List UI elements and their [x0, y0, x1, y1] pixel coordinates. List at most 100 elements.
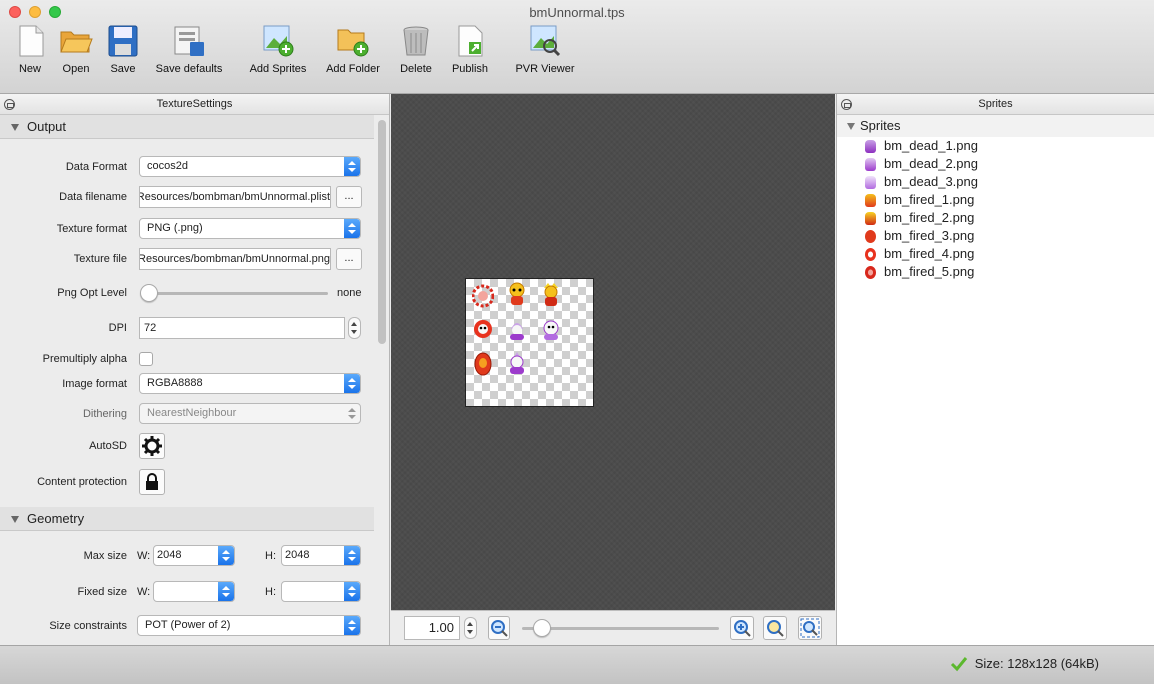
- zoom-fit-button[interactable]: [798, 616, 822, 640]
- dropdown-arrow-icon: [344, 546, 360, 565]
- list-item[interactable]: bm_fired_5.png: [837, 263, 1154, 281]
- save-button[interactable]: Save: [106, 24, 140, 75]
- zoom-stepper[interactable]: [464, 617, 477, 639]
- sprite-dead-2[interactable]: [540, 317, 562, 343]
- fixed-height-select[interactable]: [281, 581, 361, 602]
- texture-file-row: Texture file …/Resources/bombman/bmUnnor…: [0, 248, 374, 272]
- output-section-header[interactable]: Output: [0, 115, 374, 139]
- list-item[interactable]: bm_fired_2.png: [837, 209, 1154, 227]
- zoom-in-icon: [734, 620, 751, 637]
- add-image-icon: [261, 24, 295, 58]
- content-protection-row: Content protection: [0, 469, 374, 495]
- autosd-row: AutoSD: [0, 433, 374, 459]
- max-height-select[interactable]: 2048: [281, 545, 361, 566]
- sprite-thumbnail-icon: [865, 158, 876, 171]
- list-item[interactable]: bm_dead_1.png: [837, 137, 1154, 155]
- zoom-toolbar: 1.00: [391, 610, 835, 645]
- list-item[interactable]: bm_fired_1.png: [837, 191, 1154, 209]
- collapse-triangle-icon: [11, 516, 19, 523]
- zoom-actual-size-button[interactable]: [763, 616, 787, 640]
- data-format-select[interactable]: cocos2d: [139, 156, 361, 177]
- sprite-sheet-preview[interactable]: [465, 278, 594, 407]
- png-opt-slider-track[interactable]: [145, 292, 328, 295]
- sprite-thumbnail-icon: [865, 266, 876, 279]
- zoom-slider-knob[interactable]: [532, 619, 551, 637]
- sprite-thumbnail-icon: [865, 194, 876, 207]
- size-constraints-select[interactable]: POT (Power of 2): [137, 615, 361, 636]
- sprite-fired-2[interactable]: [540, 282, 562, 308]
- texture-settings-header: TextureSettings: [0, 94, 389, 115]
- lock-icon: [146, 473, 158, 490]
- png-opt-value: none: [337, 287, 362, 299]
- pvr-viewer-button[interactable]: PVR Viewer: [512, 24, 578, 75]
- texture-settings-panel: TextureSettings Output Data Format cocos…: [0, 94, 390, 645]
- browse-data-file-button[interactable]: ...: [336, 186, 362, 208]
- dropdown-arrow-icon: [344, 582, 360, 601]
- sprite-fired-5[interactable]: [471, 283, 495, 309]
- zoom-out-button[interactable]: [488, 616, 510, 640]
- sprite-fired-3[interactable]: [472, 351, 494, 377]
- fixed-width-select[interactable]: [153, 581, 235, 602]
- list-item[interactable]: bm_dead_2.png: [837, 155, 1154, 173]
- sprites-group[interactable]: Sprites: [837, 115, 1154, 137]
- sprite-thumbnail-icon: [865, 248, 876, 261]
- autosd-settings-button[interactable]: [139, 433, 165, 459]
- sprite-fired-1[interactable]: [506, 282, 528, 308]
- list-item[interactable]: bm_fired_4.png: [837, 245, 1154, 263]
- fixed-size-row: Fixed size W: H:: [0, 581, 374, 605]
- sprite-thumbnail-icon: [865, 176, 876, 189]
- add-folder-icon: [336, 24, 370, 58]
- sprite-thumbnail-icon: [865, 230, 876, 243]
- sprite-fired-4[interactable]: [472, 317, 494, 343]
- texture-file-field[interactable]: …/Resources/bombman/bmUnnormal.png: [139, 248, 331, 270]
- geometry-section: Max size W: 2048 H: 2048 Fixed size W: H…: [0, 531, 374, 645]
- content-protection-button[interactable]: [139, 469, 165, 495]
- open-button[interactable]: Open: [58, 24, 94, 75]
- data-filename-field[interactable]: …/Resources/bombman/bmUnnormal.plist: [139, 186, 331, 208]
- save-defaults-button[interactable]: Save defaults: [154, 24, 224, 75]
- publish-icon: [453, 24, 487, 58]
- delete-button[interactable]: Delete: [398, 24, 434, 75]
- publish-button[interactable]: Publish: [450, 24, 490, 75]
- zoom-field[interactable]: 1.00: [404, 616, 460, 640]
- data-format-row: Data Format cocos2d: [0, 156, 374, 180]
- dpi-field[interactable]: 72: [139, 317, 345, 339]
- max-width-select[interactable]: 2048: [153, 545, 235, 566]
- sprite-thumbnail-icon: [865, 140, 876, 153]
- select-arrows-icon: [344, 404, 360, 423]
- texture-format-row: Texture format PNG (.png): [0, 218, 374, 242]
- title-toolbar: bmUnnormal.tps New Open Save Save defaul…: [0, 0, 1154, 94]
- sprite-sheet-canvas[interactable]: [391, 94, 835, 610]
- sprite-thumbnail-icon: [865, 212, 876, 225]
- image-format-select[interactable]: RGBA8888: [139, 373, 361, 394]
- zoom-slider-track[interactable]: [522, 627, 719, 630]
- list-item[interactable]: bm_fired_3.png: [837, 227, 1154, 245]
- add-sprites-button[interactable]: Add Sprites: [247, 24, 309, 75]
- detach-panel-icon[interactable]: [841, 99, 852, 110]
- zoom-in-button[interactable]: [730, 616, 754, 640]
- browse-texture-file-button[interactable]: ...: [336, 248, 362, 270]
- image-format-row: Image format RGBA8888: [0, 373, 374, 397]
- premultiply-row: Premultiply alpha: [0, 348, 374, 372]
- texture-format-select[interactable]: PNG (.png): [139, 218, 361, 239]
- detach-panel-icon[interactable]: [4, 99, 15, 110]
- add-folder-button[interactable]: Add Folder: [324, 24, 382, 75]
- premultiply-alpha-checkbox[interactable]: [139, 352, 153, 366]
- size-constraints-row: Size constraints POT (Power of 2): [0, 615, 374, 639]
- zoom-actual-icon: [767, 620, 784, 637]
- select-arrows-icon: [344, 616, 360, 635]
- collapse-triangle-icon: [847, 123, 855, 130]
- dpi-stepper[interactable]: [348, 317, 361, 339]
- output-section: Data Format cocos2d Data filename …/Reso…: [0, 140, 374, 510]
- dropdown-arrow-icon: [218, 546, 234, 565]
- trash-can-icon: [399, 24, 433, 58]
- dithering-select[interactable]: NearestNeighbour: [139, 403, 361, 424]
- png-opt-slider-knob[interactable]: [140, 284, 158, 302]
- geometry-section-header[interactable]: Geometry: [0, 507, 374, 531]
- sprite-dead-1[interactable]: [506, 317, 528, 343]
- sprite-dead-3[interactable]: [506, 351, 528, 377]
- settings-scrollbar[interactable]: [378, 120, 386, 344]
- new-button[interactable]: New: [14, 24, 46, 75]
- select-arrows-icon: [344, 219, 360, 238]
- list-item[interactable]: bm_dead_3.png: [837, 173, 1154, 191]
